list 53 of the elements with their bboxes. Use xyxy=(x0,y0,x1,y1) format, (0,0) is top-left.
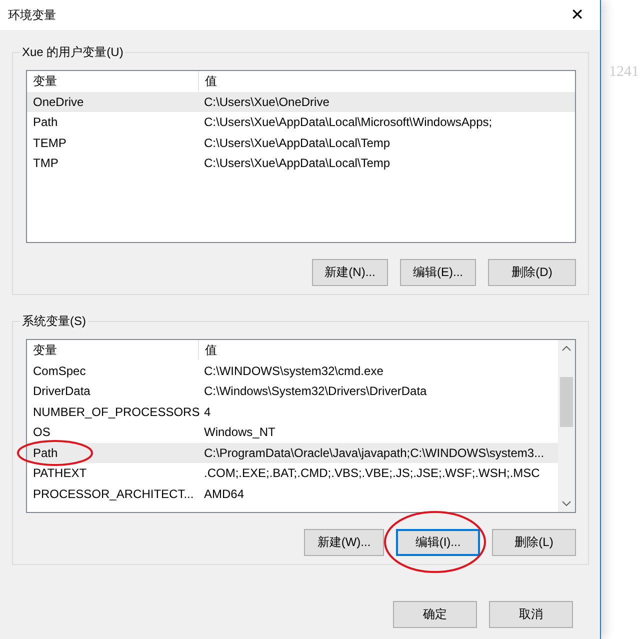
variable-value: C:\Users\Xue\OneDrive xyxy=(203,94,330,109)
dialog-button[interactable]: 新建(N)... xyxy=(312,259,388,286)
variable-name: ComSpec xyxy=(32,364,87,378)
variable-value: C:\Users\Xue\AppData\Local\Temp xyxy=(203,136,392,150)
group-title: 系统变量(S) xyxy=(20,313,88,330)
variable-row[interactable]: OS Windows_NT xyxy=(27,422,558,442)
scroll-up-icon[interactable] xyxy=(562,346,571,351)
variable-row[interactable]: Path C:\ProgramData\Oracle\Java\javapath;C:\WINDOWS\system3... xyxy=(27,442,558,463)
variable-value: 4 xyxy=(203,404,212,419)
dialog-button[interactable]: 编辑(E)... xyxy=(400,259,476,286)
variable-name: Path xyxy=(32,446,59,460)
scroll-down-icon[interactable] xyxy=(562,501,571,506)
variable-name: OneDrive xyxy=(32,94,85,109)
variable-value: C:\Users\Xue\AppData\Local\Microsoft\WindowsApps; xyxy=(203,115,494,130)
variable-row[interactable]: DriverData C:\Windows\System32\Drivers\DriverData xyxy=(27,381,558,402)
variable-value: .COM;.EXE;.BAT;.CMD;.VBS;.VBE;.JS;.JSE;.WSF;.WSH;.MSC xyxy=(203,466,541,480)
variable-value: C:\Windows\System32\Drivers\DriverData xyxy=(203,384,428,398)
dialog-button[interactable]: 确定 xyxy=(393,601,477,628)
group-title: Xue 的用户变量(U) xyxy=(20,44,126,61)
column-header[interactable]: 值 xyxy=(199,71,575,92)
variable-row[interactable]: PATHEXT .COM;.EXE;.BAT;.CMD;.VBS;.VBE;.JS;.JSE;.WSF;.WSH;.MSC xyxy=(27,463,558,484)
close-icon[interactable]: ✕ xyxy=(562,5,592,25)
variable-name: PATHEXT xyxy=(32,466,88,480)
variable-name: Path xyxy=(32,115,59,130)
variable-row[interactable]: Path C:\Users\Xue\AppData\Local\Microsoft\WindowsApps; xyxy=(27,112,575,132)
dialog-button[interactable]: 删除(D) xyxy=(488,259,576,286)
window-title: 环境变量 xyxy=(8,6,56,24)
variable-row[interactable]: PROCESSOR_ARCHITECT... AMD64 xyxy=(27,484,558,504)
scrollbar[interactable] xyxy=(558,340,575,512)
dialog-button[interactable]: 取消 xyxy=(489,601,573,628)
variable-name: NUMBER_OF_PROCESSORS xyxy=(32,404,198,419)
variable-name: OS xyxy=(32,425,52,440)
column-header[interactable]: 变量 xyxy=(27,340,199,360)
dialog-button[interactable]: 删除(L) xyxy=(492,529,576,556)
column-header[interactable]: 值 xyxy=(199,340,558,360)
variable-value: C:\ProgramData\Oracle\Java\javapath;C:\WINDOWS\system3... xyxy=(203,446,546,460)
variable-value: C:\Users\Xue\AppData\Local\Temp xyxy=(203,156,392,170)
dialog-button[interactable]: 编辑(I)... xyxy=(396,529,480,556)
variable-value: Windows_NT xyxy=(203,425,276,440)
variable-name: TMP xyxy=(32,156,60,170)
scroll-thumb[interactable] xyxy=(560,377,573,427)
variable-row[interactable]: OneDrive C:\Users\Xue\OneDrive xyxy=(27,92,575,112)
variable-row[interactable]: TEMP C:\Users\Xue\AppData\Local\Temp xyxy=(27,132,575,153)
variable-name: TEMP xyxy=(32,136,68,150)
variable-value: C:\WINDOWS\system32\cmd.exe xyxy=(203,364,384,378)
variable-name: DriverData xyxy=(32,384,92,398)
variable-value: AMD64 xyxy=(203,486,246,501)
dialog-button[interactable]: 新建(W)... xyxy=(304,529,384,556)
variable-row[interactable]: TMP C:\Users\Xue\AppData\Local\Temp xyxy=(27,153,575,174)
variable-row[interactable]: NUMBER_OF_PROCESSORS 4 xyxy=(27,402,558,422)
variable-row[interactable]: ComSpec C:\WINDOWS\system32\cmd.exe xyxy=(27,360,558,381)
variable-name: PROCESSOR_ARCHITECT... xyxy=(32,486,195,501)
column-header[interactable]: 变量 xyxy=(27,71,199,92)
